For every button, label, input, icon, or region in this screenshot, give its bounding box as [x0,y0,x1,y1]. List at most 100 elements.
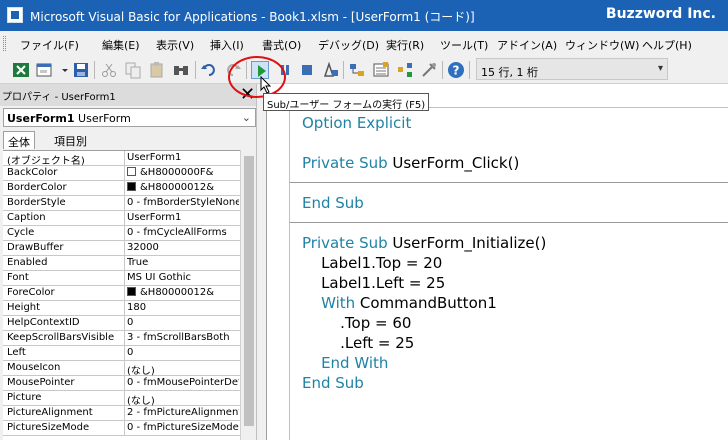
code-window[interactable]: Option Explicit Private Sub UserForm_Clic… [266,84,728,440]
property-value[interactable]: &H8000000F& [127,167,239,178]
code-line[interactable]: Private Sub UserForm_Click() [302,154,519,172]
menu-debug[interactable]: デバッグ(D) [318,37,379,53]
property-value-text: &H80000012& [140,287,215,298]
property-value-text: 0 - fmBorderStyleNone [127,197,239,208]
code-line[interactable]: End Sub [302,194,364,212]
property-name: BorderColor [7,182,67,193]
property-value[interactable]: True [127,257,239,268]
code-line[interactable]: .Top = 60 [302,314,411,332]
property-row[interactable]: Height 180 [3,301,240,316]
menu-insert[interactable]: 挿入(I) [210,37,244,53]
property-value[interactable]: 2 - fmPictureAlignmentCenter [127,407,239,418]
object-name: UserForm1 [7,112,75,125]
object-selector[interactable]: UserForm1 UserForm ⌄ [3,108,256,127]
toolbox-icon[interactable] [420,61,438,79]
property-row[interactable]: MousePointer 0 - fmMousePointerDefault [3,376,240,391]
property-value[interactable]: 0 [127,317,239,328]
code-line[interactable]: With CommandButton1 [302,294,497,312]
insert-userform-icon[interactable] [36,61,54,79]
excel-icon[interactable] [12,61,30,79]
property-value[interactable]: (なし) [127,362,239,377]
property-row[interactable]: Left 0 [3,346,240,361]
help-icon[interactable]: ? [447,61,465,79]
property-value[interactable]: &H80000012& [127,182,239,193]
code-line[interactable]: Option Explicit [302,114,411,132]
menu-file[interactable]: ファイル(F) [20,37,79,53]
property-row[interactable]: ForeColor &H80000012& [3,286,240,301]
pane-splitter[interactable] [256,84,266,440]
property-name: Font [7,272,29,283]
property-value[interactable]: (なし) [127,392,239,407]
object-browser-icon[interactable] [396,61,414,79]
toolbar-overflow-icon[interactable]: ▾ [658,63,663,74]
menubar-grip[interactable] [3,36,6,51]
property-row[interactable]: PictureAlignment 2 - fmPictureAlignmentCe… [3,406,240,421]
property-row[interactable]: BorderStyle 0 - fmBorderStyleNone [3,196,240,211]
menu-addins[interactable]: アドイン(A) [497,37,557,53]
menu-help[interactable]: ヘルプ(H) [642,37,692,53]
dropdown-arrow-icon[interactable] [56,61,68,79]
property-value[interactable]: 0 - fmPictureSizeModeClip [127,422,239,433]
menu-run[interactable]: 実行(R) [386,37,424,53]
menu-edit[interactable]: 編集(E) [102,37,140,53]
menu-view[interactable]: 表示(V) [156,37,194,53]
property-value-text: 32000 [127,242,159,253]
tab-alphabetic[interactable]: 全体 [3,131,35,149]
property-value[interactable]: &H80000012& [127,287,239,298]
property-row[interactable]: Caption UserForm1 [3,211,240,226]
property-row[interactable]: Font MS UI Gothic [3,271,240,286]
find-icon[interactable] [172,61,190,79]
code-line[interactable]: Label1.Top = 20 [302,254,442,272]
code-line[interactable]: Label1.Left = 25 [302,274,445,292]
code-line[interactable]: Private Sub UserForm_Initialize() [302,234,546,252]
property-row[interactable]: DrawBuffer 32000 [3,241,240,256]
code-line[interactable]: End With [302,354,388,372]
property-grid-scrollbar[interactable] [240,150,256,440]
property-value[interactable]: MS UI Gothic [127,272,239,283]
code-line[interactable]: End Sub [302,374,364,392]
save-icon[interactable] [72,61,90,79]
property-name: HelpContextID [7,317,80,328]
tab-categorized[interactable]: 項目別 [50,131,91,149]
property-value[interactable]: UserForm1 [127,152,239,163]
property-value[interactable]: 180 [127,302,239,313]
property-row[interactable]: (オブジェクト名) UserForm1 [3,151,240,167]
scrollbar-thumb[interactable] [244,156,254,426]
column-divider [124,181,125,196]
property-value-text: True [127,257,149,268]
design-mode-icon[interactable] [322,61,340,79]
copy-icon[interactable] [124,61,142,79]
menu-window[interactable]: ウィンドウ(W) [565,37,639,53]
menu-tools[interactable]: ツール(T) [440,37,488,53]
property-value[interactable]: 0 - fmCycleAllForms [127,227,239,238]
menu-format[interactable]: 書式(O) [262,37,301,53]
property-row[interactable]: HelpContextID 0 [3,316,240,331]
paste-icon[interactable] [148,61,166,79]
column-divider [124,226,125,241]
reset-icon[interactable] [298,61,316,79]
property-value[interactable]: UserForm1 [127,212,239,223]
property-row[interactable]: KeepScrollBarsVisible 3 - fmScrollBarsBot… [3,331,240,346]
property-row[interactable]: PictureSizeMode 0 - fmPictureSizeModeClip [3,421,240,436]
code-margin[interactable] [267,110,290,440]
vba-app-icon[interactable] [7,7,23,23]
cut-icon[interactable] [100,61,118,79]
undo-icon[interactable] [200,61,218,79]
code-line[interactable]: .Left = 25 [302,334,414,352]
property-value[interactable]: 0 - fmMousePointerDefault [127,377,239,388]
properties-icon[interactable] [372,61,390,79]
project-explorer-icon[interactable] [348,61,366,79]
chevron-down-icon[interactable]: ⌄ [242,111,251,124]
property-row[interactable]: BackColor &H8000000F& [3,166,240,181]
toolbar-separator [469,61,470,79]
property-value[interactable]: 0 - fmBorderStyleNone [127,197,239,208]
property-value[interactable]: 3 - fmScrollBarsBoth [127,332,239,343]
property-value[interactable]: 0 [127,347,239,358]
code-keyword: Private Sub [302,234,388,252]
property-row[interactable]: Enabled True [3,256,240,271]
property-row[interactable]: MouseIcon (なし) [3,361,240,377]
property-value[interactable]: 32000 [127,242,239,253]
property-row[interactable]: BorderColor &H80000012& [3,181,240,196]
property-row[interactable]: Cycle 0 - fmCycleAllForms [3,226,240,241]
property-row[interactable]: Picture (なし) [3,391,240,407]
